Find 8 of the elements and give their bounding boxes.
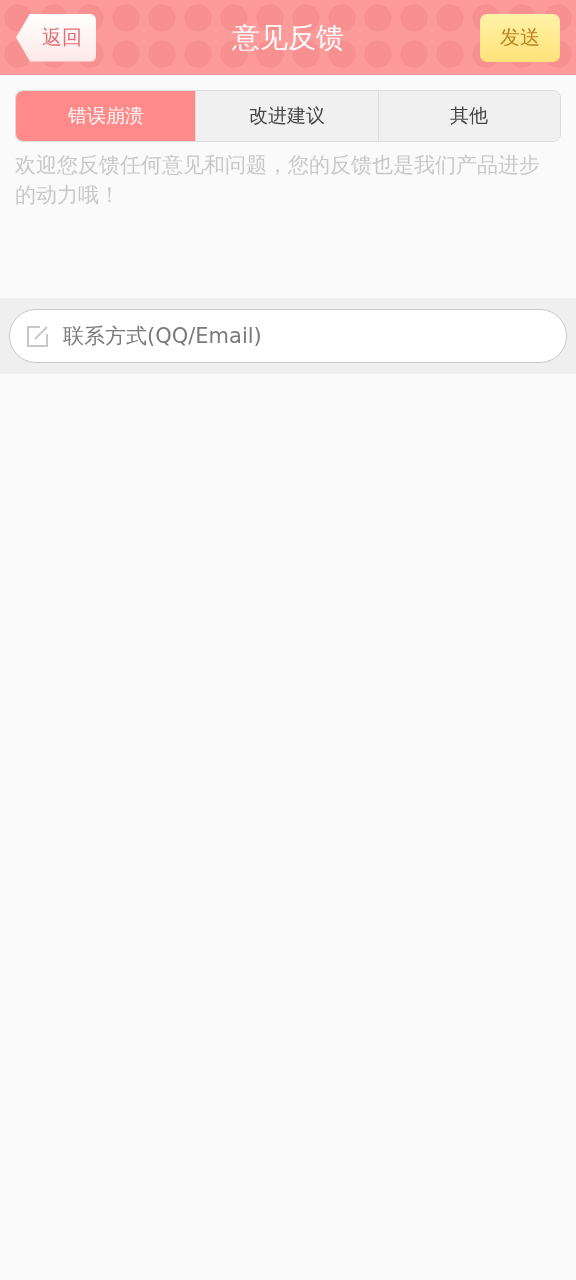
send-button[interactable]: 发送: [480, 13, 560, 62]
contact-field[interactable]: 联系方式(QQ/Email): [9, 309, 567, 363]
category-tab[interactable]: 其他: [377, 91, 560, 141]
page-title: 意见反馈: [232, 19, 344, 56]
back-button[interactable]: 返回: [16, 13, 96, 62]
category-tab[interactable]: 改进建议: [195, 91, 378, 141]
edit-icon: [26, 324, 50, 348]
category-tab[interactable]: 错误崩溃: [16, 91, 195, 141]
